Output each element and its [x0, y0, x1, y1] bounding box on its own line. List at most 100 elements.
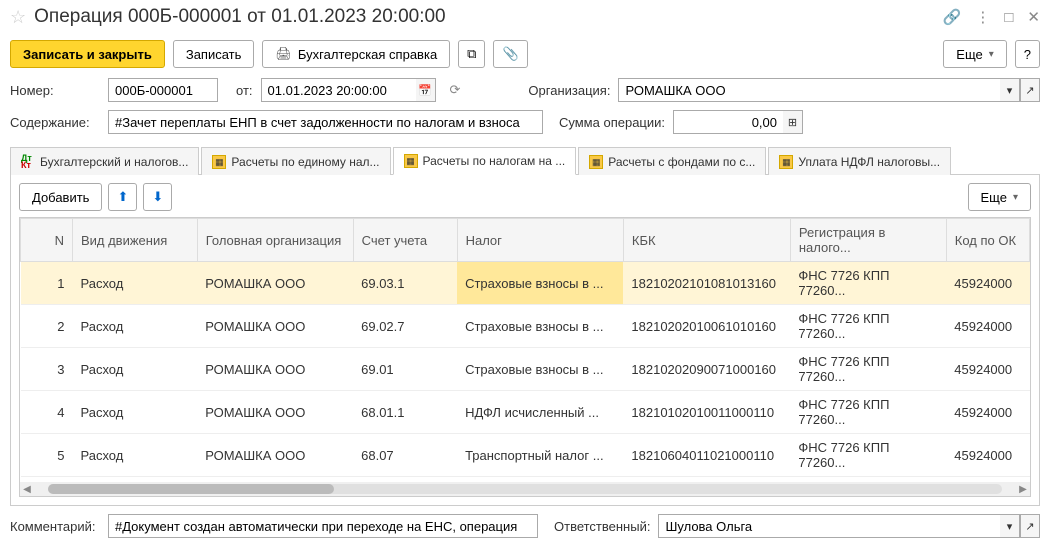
cell-n[interactable]: 5: [21, 434, 73, 477]
attach-button[interactable]: 📎: [493, 40, 527, 68]
responsible-input[interactable]: [658, 514, 1000, 538]
content-input[interactable]: [108, 110, 543, 134]
menu-icon[interactable]: ⋮: [975, 8, 990, 26]
report-button-label: Бухгалтерская справка: [298, 47, 437, 62]
tab-label: Расчеты по налогам на ...: [423, 154, 566, 168]
more-button[interactable]: Еще: [943, 40, 1006, 68]
cell-reg[interactable]: ФНС 7726 КПП 77260...: [790, 305, 946, 348]
cell-reg[interactable]: ФНС 7726 КПП 77260...: [790, 262, 946, 305]
content-label: Содержание:: [10, 115, 100, 130]
cell-org[interactable]: РОМАШКА ООО: [197, 262, 353, 305]
cell-reg[interactable]: ФНС 7726 КПП 77260...: [790, 391, 946, 434]
sum-input[interactable]: [673, 110, 783, 134]
cell-acct[interactable]: 69.02.7: [353, 305, 457, 348]
col-tax[interactable]: Налог: [457, 219, 623, 262]
cell-type[interactable]: Расход: [72, 305, 197, 348]
cell-acct[interactable]: 69.03.1: [353, 262, 457, 305]
data-table: N Вид движения Головная организация Счет…: [20, 218, 1030, 497]
refresh-icon[interactable]: ⟳: [450, 82, 461, 98]
cell-kbk[interactable]: 18210604011021000110: [623, 434, 790, 477]
responsible-open-icon[interactable]: ↗: [1020, 514, 1040, 538]
cell-code[interactable]: 45924000: [946, 434, 1029, 477]
org-dropdown-icon[interactable]: ▾: [1000, 78, 1020, 102]
cell-type[interactable]: Расход: [72, 262, 197, 305]
cell-n[interactable]: 4: [21, 391, 73, 434]
number-input[interactable]: [108, 78, 218, 102]
calc-icon: ▦: [589, 155, 603, 169]
col-code[interactable]: Код по ОК: [946, 219, 1029, 262]
org-open-icon[interactable]: ↗: [1020, 78, 1040, 102]
cell-n[interactable]: 2: [21, 305, 73, 348]
cell-code[interactable]: 45924000: [946, 305, 1029, 348]
close-icon[interactable]: ✕: [1027, 8, 1040, 26]
horizontal-scrollbar[interactable]: ◀ ▶: [20, 482, 1030, 496]
cell-reg[interactable]: ФНС 7726 КПП 77260...: [790, 434, 946, 477]
cell-n[interactable]: 1: [21, 262, 73, 305]
calculator-icon[interactable]: ⊞: [783, 110, 803, 134]
cell-type[interactable]: Расход: [72, 348, 197, 391]
table-row[interactable]: 3РасходРОМАШКА ООО69.01Страховые взносы …: [21, 348, 1030, 391]
save-button[interactable]: Записать: [173, 40, 255, 68]
scroll-thumb[interactable]: [48, 484, 334, 494]
copy-button[interactable]: ⧉: [458, 40, 485, 68]
cell-tax[interactable]: Страховые взносы в ...: [457, 262, 623, 305]
help-button[interactable]: ?: [1015, 40, 1040, 68]
tab-0[interactable]: ДтКтБухгалтерский и налогов...: [10, 147, 199, 175]
cell-type[interactable]: Расход: [72, 434, 197, 477]
cell-tax[interactable]: Страховые взносы в ...: [457, 348, 623, 391]
cell-tax[interactable]: Страховые взносы в ...: [457, 305, 623, 348]
col-type[interactable]: Вид движения: [72, 219, 197, 262]
calendar-icon[interactable]: 📅: [416, 78, 436, 102]
scroll-right-icon[interactable]: ▶: [1016, 484, 1030, 495]
cell-code[interactable]: 45924000: [946, 262, 1029, 305]
maximize-icon[interactable]: □: [1004, 9, 1013, 26]
cell-acct[interactable]: 69.01: [353, 348, 457, 391]
cell-acct[interactable]: 68.01.1: [353, 391, 457, 434]
tab-label: Уплата НДФЛ налоговы...: [798, 155, 940, 169]
favorite-icon[interactable]: ☆: [10, 7, 26, 28]
cell-tax[interactable]: НДФЛ исчисленный ...: [457, 391, 623, 434]
date-input[interactable]: [261, 78, 416, 102]
cell-code[interactable]: 45924000: [946, 348, 1029, 391]
cell-kbk[interactable]: 18210202010061010160: [623, 305, 790, 348]
link-icon[interactable]: 🔗: [943, 8, 962, 26]
col-n[interactable]: N: [21, 219, 73, 262]
tab-label: Расчеты с фондами по с...: [608, 155, 755, 169]
add-button[interactable]: Добавить: [19, 183, 102, 211]
cell-acct[interactable]: 68.07: [353, 434, 457, 477]
cell-code[interactable]: 45924000: [946, 391, 1029, 434]
move-down-button[interactable]: ⬇: [143, 183, 172, 211]
cell-tax[interactable]: Транспортный налог ...: [457, 434, 623, 477]
cell-kbk[interactable]: 18210202101081013160: [623, 262, 790, 305]
col-kbk[interactable]: КБК: [623, 219, 790, 262]
tab-1[interactable]: ▦Расчеты по единому нал...: [201, 147, 390, 175]
comment-input[interactable]: [108, 514, 538, 538]
org-input[interactable]: [618, 78, 1000, 102]
cell-org[interactable]: РОМАШКА ООО: [197, 305, 353, 348]
cell-org[interactable]: РОМАШКА ООО: [197, 391, 353, 434]
cell-kbk[interactable]: 18210102010011000110: [623, 391, 790, 434]
table-more-button[interactable]: Еще: [968, 183, 1031, 211]
save-close-button[interactable]: Записать и закрыть: [10, 40, 165, 68]
dt-kt-icon: ДтКт: [21, 155, 35, 169]
responsible-dropdown-icon[interactable]: ▾: [1000, 514, 1020, 538]
move-up-button[interactable]: ⬆: [108, 183, 137, 211]
col-reg[interactable]: Регистрация в налого...: [790, 219, 946, 262]
table-row[interactable]: 2РасходРОМАШКА ООО69.02.7Страховые взнос…: [21, 305, 1030, 348]
cell-reg[interactable]: ФНС 7726 КПП 77260...: [790, 348, 946, 391]
cell-org[interactable]: РОМАШКА ООО: [197, 434, 353, 477]
report-button[interactable]: 🖨 Бухгалтерская справка: [262, 40, 450, 68]
table-row[interactable]: 5РасходРОМАШКА ООО68.07Транспортный нало…: [21, 434, 1030, 477]
col-org[interactable]: Головная организация: [197, 219, 353, 262]
table-row[interactable]: 4РасходРОМАШКА ООО68.01.1НДФЛ исчисленны…: [21, 391, 1030, 434]
cell-type[interactable]: Расход: [72, 391, 197, 434]
col-acct[interactable]: Счет учета: [353, 219, 457, 262]
cell-kbk[interactable]: 18210202090071000160: [623, 348, 790, 391]
scroll-left-icon[interactable]: ◀: [20, 484, 34, 495]
cell-n[interactable]: 3: [21, 348, 73, 391]
table-row[interactable]: 1РасходРОМАШКА ООО69.03.1Страховые взнос…: [21, 262, 1030, 305]
tab-4[interactable]: ▦Уплата НДФЛ налоговы...: [768, 147, 951, 175]
cell-org[interactable]: РОМАШКА ООО: [197, 348, 353, 391]
tab-3[interactable]: ▦ Расчеты с фондами по с...: [578, 147, 766, 175]
tab-2[interactable]: ▦Расчеты по налогам на ...: [393, 147, 577, 175]
